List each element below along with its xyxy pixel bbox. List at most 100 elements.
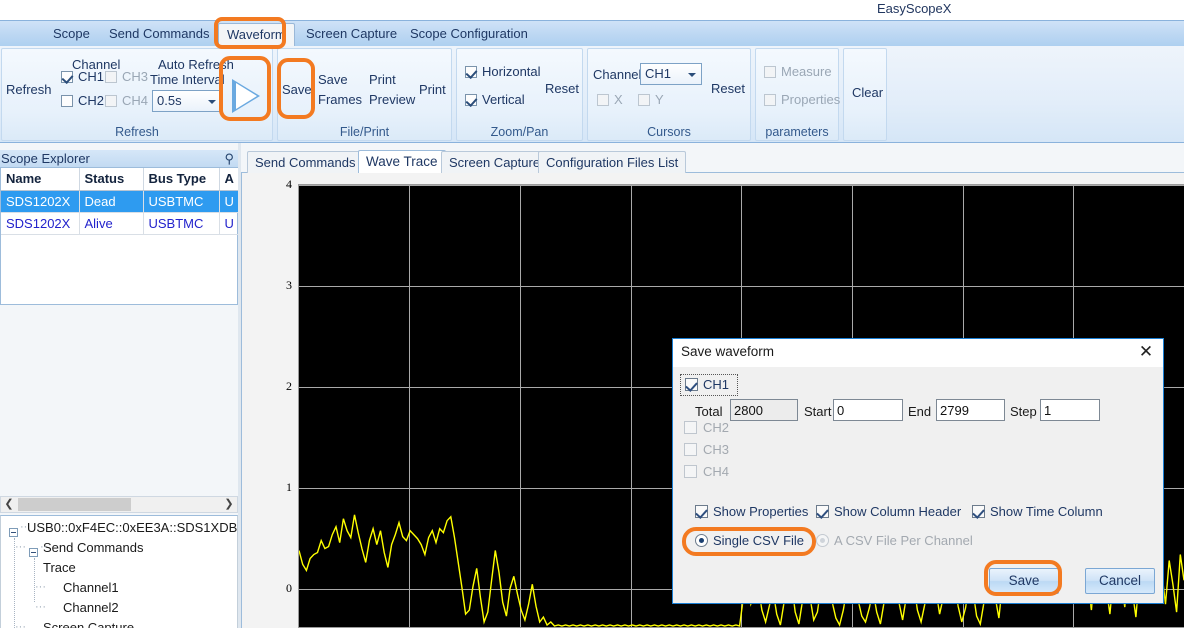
ribbon-body: Refresh Channel CH1 CH3 CH2 CH4 Auto Ref…	[0, 46, 1184, 143]
column-header-a[interactable]: A	[219, 168, 239, 190]
tree-expander-trace[interactable]	[29, 548, 38, 557]
ribbon-tab-waveform[interactable]: Waveform	[218, 23, 295, 46]
checkbox-properties[interactable]	[764, 94, 776, 106]
checkbox-horizontal[interactable]	[465, 66, 477, 78]
scrollbar-thumb[interactable]	[18, 498, 131, 511]
pin-icon[interactable]: ⚲	[224, 152, 234, 165]
checkbox-ch2-label: CH2	[78, 93, 104, 108]
tab-screen-capture[interactable]: Screen Capture	[441, 151, 548, 173]
table-row[interactable]: SDS1202X Alive USBTMC U	[1, 212, 239, 234]
dialog-checkbox-show-properties-label: Show Properties	[713, 504, 808, 519]
step-input[interactable]	[1040, 399, 1100, 421]
checkbox-ch1[interactable]	[61, 71, 73, 83]
column-header-name[interactable]: Name	[1, 168, 79, 190]
ribbon-group-zoom-pan-label: Zoom/Pan	[457, 125, 582, 139]
chevron-down-icon	[208, 100, 216, 104]
close-icon[interactable]: ✕	[1135, 342, 1157, 362]
cell-bus-type: USBTMC	[143, 212, 219, 234]
chevron-left-icon[interactable]: ❮	[1, 497, 17, 512]
refresh-button[interactable]: Refresh	[6, 82, 52, 97]
dialog-cancel-button[interactable]: Cancel	[1085, 568, 1155, 594]
save-waveform-dialog[interactable]: Save waveform ✕ CH1 Total Start End Step…	[672, 338, 1164, 604]
radio-csv-per-channel-label: A CSV File Per Channel	[834, 533, 973, 548]
ribbon-tab-scope[interactable]: Scope	[45, 23, 98, 46]
tab-send-commands[interactable]: Send Commands	[247, 151, 363, 173]
title-bar: EasyScopeX	[0, 0, 1184, 20]
dialog-checkbox-ch2	[684, 421, 697, 434]
end-label: End	[908, 404, 931, 419]
tab-wave-trace[interactable]: Wave Trace	[358, 150, 446, 173]
dialog-checkbox-ch2-label: CH2	[703, 420, 729, 435]
dialog-save-button[interactable]: Save	[989, 568, 1059, 594]
cursors-channel-combobox[interactable]: CH1	[640, 63, 702, 85]
checkbox-ch1-label: CH1	[78, 69, 104, 84]
checkbox-cursor-y[interactable]	[638, 94, 650, 106]
total-label: Total	[695, 404, 722, 419]
scope-explorer-grid[interactable]: Name Status Bus Type A SDS1202X Dead USB…	[0, 168, 238, 305]
tree-dash: ···	[35, 601, 46, 613]
checkbox-vertical[interactable]	[465, 94, 477, 106]
application-window: EasyScopeX Scope Send Commands Waveform …	[0, 0, 1184, 628]
scope-explorer-header: Scope Explorer ⚲	[0, 150, 240, 168]
dialog-body: CH1 Total Start End Step CH2 CH3 CH4 Sho…	[673, 367, 1163, 603]
checkbox-cursor-x-label: X	[614, 92, 623, 107]
checkbox-horizontal-label: Horizontal	[482, 64, 541, 79]
ribbon-group-refresh-label: Refresh	[2, 125, 272, 139]
y-axis-tick-0: 0	[242, 581, 292, 596]
tree-guide-line	[34, 558, 35, 602]
ribbon-group-file-print: Save Save Frames Print Preview Print Fil…	[277, 48, 452, 141]
ribbon-tab-scope-configuration[interactable]: Scope Configuration	[402, 23, 536, 46]
tree-node-trace[interactable]: Trace	[43, 560, 76, 575]
end-input[interactable]	[936, 399, 1005, 421]
tree-node-channel2[interactable]: Channel2	[63, 600, 119, 615]
tree-node-channel1[interactable]: Channel1	[63, 580, 119, 595]
clear-button[interactable]: Clear	[852, 85, 883, 100]
y-axis-tick-4: 4	[242, 177, 292, 192]
checkbox-ch2[interactable]	[61, 95, 73, 107]
start-input[interactable]	[833, 399, 903, 421]
table-row[interactable]: SDS1202X Dead USBTMC U	[1, 190, 239, 212]
tree-node-root[interactable]: USB0::0xF4EC::0xEE3A::SDS1XDB3150	[27, 520, 238, 535]
dialog-checkbox-ch3	[684, 443, 697, 456]
app-title: EasyScopeX	[877, 1, 951, 16]
dialog-checkbox-ch1[interactable]	[685, 378, 698, 391]
dialog-checkbox-ch3-label: CH3	[703, 442, 729, 457]
table-header-row: Name Status Bus Type A	[1, 168, 239, 190]
dialog-checkbox-ch4-label: CH4	[703, 464, 729, 479]
tree-node-screen-capture[interactable]: Screen Capture	[43, 620, 134, 628]
print-button[interactable]: Print	[419, 82, 446, 97]
total-input	[730, 399, 798, 421]
tree-dash: ···	[15, 541, 26, 553]
tree-node-send-commands[interactable]: Send Commands	[43, 540, 143, 555]
cursors-reset-button[interactable]: Reset	[711, 81, 745, 96]
zoom-pan-reset-button[interactable]: Reset	[545, 81, 579, 96]
time-interval-label: Time Interval	[150, 72, 225, 87]
save-button[interactable]: Save	[282, 82, 312, 97]
ribbon-group-clear: Clear	[843, 48, 887, 141]
checkbox-cursor-x[interactable]	[597, 94, 609, 106]
y-axis-tick-3: 3	[242, 278, 292, 293]
radio-single-csv-file[interactable]	[695, 534, 708, 547]
y-axis-tick-1: 1	[242, 480, 292, 495]
ribbon-tab-screen-capture[interactable]: Screen Capture	[298, 23, 405, 46]
column-header-status[interactable]: Status	[79, 168, 143, 190]
dialog-checkbox-show-properties[interactable]	[695, 505, 708, 518]
dialog-checkbox-ch1-label: CH1	[703, 377, 729, 392]
ribbon-group-zoom-pan: Horizontal Vertical Reset Zoom/Pan	[456, 48, 583, 141]
chevron-down-icon	[688, 73, 696, 77]
column-header-bus-type[interactable]: Bus Type	[143, 168, 219, 190]
scope-explorer-panel: Scope Explorer ⚲ Name Status Bus Type A …	[0, 143, 240, 628]
chevron-right-icon[interactable]: ❯	[221, 497, 237, 512]
dialog-checkbox-show-time-column[interactable]	[972, 505, 985, 518]
tab-configuration-files-list[interactable]: Configuration Files List	[538, 151, 686, 173]
ribbon-group-cursors: Channel CH1 X Y Reset Cursors	[587, 48, 751, 141]
tree-expander-root[interactable]	[9, 528, 18, 537]
checkbox-measure[interactable]	[764, 66, 776, 78]
cell-name: SDS1202X	[1, 212, 79, 234]
dialog-checkbox-show-column-header[interactable]	[816, 505, 829, 518]
time-interval-combobox[interactable]: 0.5s	[152, 90, 222, 112]
checkbox-measure-label: Measure	[781, 64, 832, 79]
ribbon-tab-send-commands[interactable]: Send Commands	[101, 23, 217, 46]
scope-explorer-hscrollbar[interactable]: ❮ ❯	[0, 496, 238, 513]
cell-a: U	[219, 212, 239, 234]
